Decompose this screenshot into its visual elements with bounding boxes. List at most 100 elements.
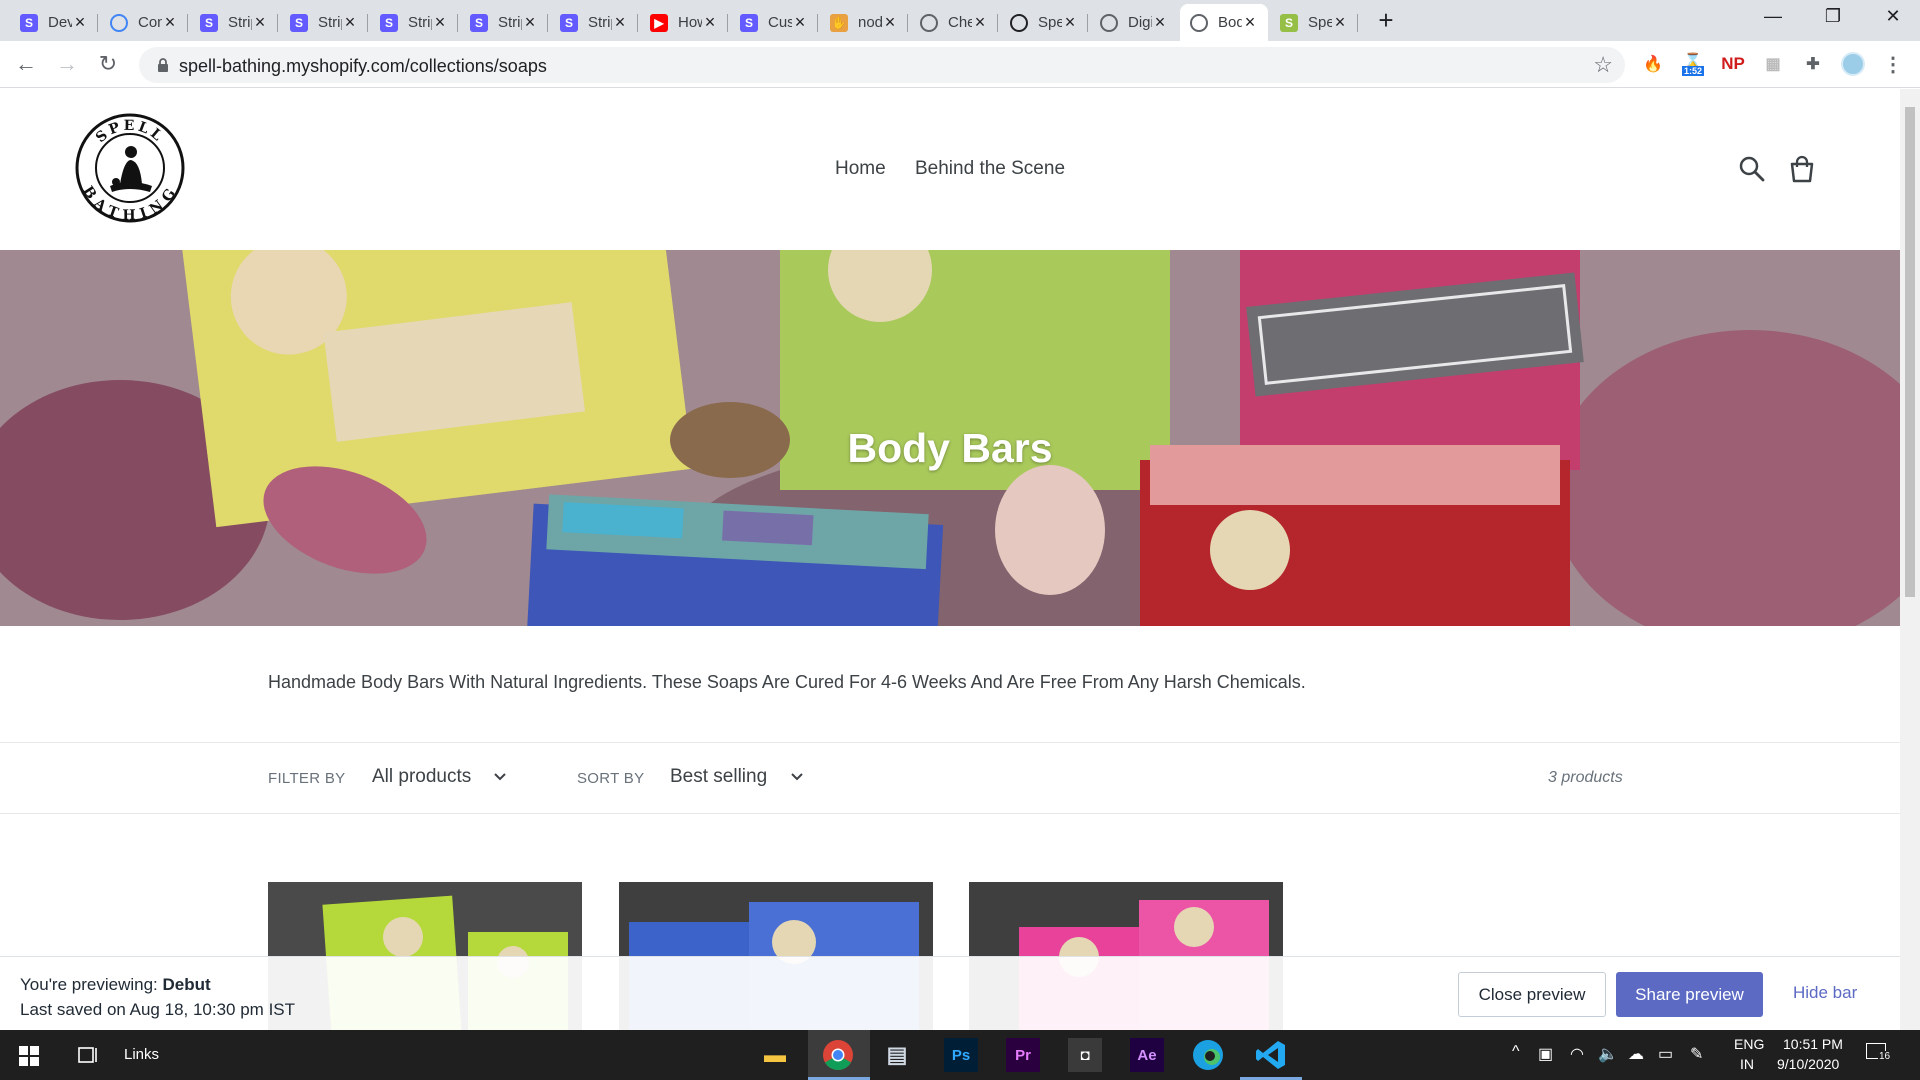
volume-icon[interactable]: 🔈 — [1598, 1044, 1618, 1064]
browser-tab[interactable]: Spel× — [1000, 4, 1088, 41]
close-tab-icon[interactable]: × — [1242, 12, 1258, 33]
stripe-icon: S — [740, 13, 758, 32]
browser-tab[interactable]: S Dev × — [10, 4, 98, 41]
close-tab-icon[interactable]: × — [162, 12, 178, 33]
browser-tab[interactable]: S Spel× — [1270, 4, 1358, 41]
browser-tab[interactable]: ▶ How× — [640, 4, 728, 41]
chevron-down-icon[interactable] — [790, 770, 804, 784]
browser-menu-icon[interactable]: ⋮ — [1880, 51, 1906, 77]
browser-tab[interactable]: Con × — [100, 4, 188, 41]
chrome-icon[interactable] — [822, 1039, 854, 1071]
preview-last-saved: Last saved on Aug 18, 10:30 pm IST — [20, 1000, 296, 1019]
notification-center-icon[interactable]: 16 — [1866, 1043, 1892, 1067]
language-line2[interactable]: IN — [1740, 1056, 1754, 1072]
language-line1[interactable]: ENG — [1734, 1036, 1764, 1052]
sort-select[interactable]: Best selling — [670, 766, 767, 788]
close-preview-button[interactable]: Close preview — [1458, 972, 1606, 1017]
close-tab-icon[interactable]: × — [522, 12, 538, 33]
close-tab-icon[interactable]: × — [252, 12, 268, 33]
bookmark-star-icon[interactable]: ☆ — [1593, 52, 1613, 78]
search-icon[interactable] — [1738, 155, 1766, 183]
close-tab-icon[interactable]: × — [432, 12, 448, 33]
forward-arrow-icon[interactable]: → — [51, 49, 83, 81]
file-explorer-icon[interactable]: ▬ — [758, 1038, 792, 1072]
close-tab-icon[interactable]: × — [342, 12, 358, 33]
app-icon[interactable]: ▤ — [880, 1038, 914, 1072]
nav-behind-the-scene[interactable]: Behind the Scene — [915, 158, 1065, 180]
close-tab-icon[interactable]: × — [792, 12, 808, 33]
notification-count: 16 — [1878, 1051, 1892, 1062]
browser-tab[interactable]: ✋ nod × — [820, 4, 908, 41]
app-icon[interactable]: ◘ — [1068, 1038, 1102, 1072]
tab-separator — [637, 14, 638, 32]
close-tab-icon[interactable]: × — [882, 12, 898, 33]
lock-icon — [158, 58, 168, 72]
maximize-icon[interactable]: ❐ — [1810, 6, 1856, 34]
tab-separator — [817, 14, 818, 32]
vscode-icon[interactable] — [1255, 1039, 1287, 1071]
spell-bathing-logo[interactable]: SPELL BATHING — [74, 112, 186, 224]
nav-home[interactable]: Home — [835, 158, 886, 180]
share-preview-button[interactable]: Share preview — [1616, 972, 1763, 1017]
show-hidden-icons[interactable]: ^ — [1512, 1043, 1520, 1061]
puzzle-icon[interactable]: ✚ — [1800, 51, 1826, 77]
timer-extension-icon[interactable]: ⌛ 1:52 — [1680, 51, 1706, 77]
browser-tab[interactable]: S Strip× — [460, 4, 548, 41]
filter-divider-bottom — [0, 813, 1900, 814]
tab-separator — [1087, 14, 1088, 32]
address-bar[interactable]: spell-bathing.myshopify.com/collections/… — [139, 47, 1625, 83]
stripe-icon: S — [20, 13, 38, 32]
shopify-icon: S — [1280, 13, 1298, 32]
browser-tab[interactable]: S Strip× — [190, 4, 278, 41]
browser-tab[interactable]: S Strip× — [370, 4, 458, 41]
new-tab-button[interactable]: + — [1372, 7, 1400, 35]
close-window-icon[interactable]: ✕ — [1870, 6, 1916, 34]
grid-extension-icon[interactable]: ▦ — [1760, 51, 1786, 77]
minimize-icon[interactable]: — — [1750, 6, 1796, 34]
tab-separator — [997, 14, 998, 32]
page-scrollbar[interactable] — [1900, 89, 1920, 1030]
cart-icon[interactable] — [1788, 155, 1816, 183]
scrollbar-thumb[interactable] — [1905, 107, 1915, 597]
task-view-icon[interactable] — [78, 1045, 100, 1065]
onedrive-icon[interactable]: ☁ — [1628, 1044, 1644, 1064]
timer-badge: 1:52 — [1681, 66, 1704, 76]
close-tab-icon[interactable]: × — [1332, 12, 1348, 33]
clock-date[interactable]: 9/10/2020 — [1777, 1056, 1839, 1072]
fire-icon[interactable]: 🔥 — [1640, 51, 1666, 77]
wifi-icon[interactable]: ◠ — [1570, 1044, 1584, 1064]
chevron-down-icon[interactable] — [493, 770, 507, 784]
reload-icon[interactable]: ↻ — [92, 49, 124, 81]
tray-app-icon[interactable]: ▣ — [1538, 1044, 1553, 1064]
close-tab-icon[interactable]: × — [72, 12, 88, 33]
filter-select[interactable]: All products — [372, 766, 471, 788]
windows-start-icon[interactable] — [19, 1046, 39, 1066]
close-tab-icon[interactable]: × — [1152, 12, 1168, 33]
hide-bar-link[interactable]: Hide bar — [1793, 983, 1857, 1003]
links-toolbar[interactable]: Links — [124, 1046, 159, 1063]
browser-tab[interactable]: S Strip× — [550, 4, 638, 41]
after-effects-icon[interactable]: Ae — [1130, 1038, 1164, 1072]
photoshop-icon[interactable]: Ps — [944, 1038, 978, 1072]
pen-icon[interactable]: ✎ — [1690, 1044, 1703, 1064]
edge-icon[interactable] — [1192, 1039, 1224, 1071]
browser-tab[interactable]: Che × — [910, 4, 998, 41]
browser-tab[interactable]: Digi × — [1090, 4, 1178, 41]
clock-time[interactable]: 10:51 PM — [1783, 1036, 1843, 1052]
close-tab-icon[interactable]: × — [1062, 12, 1078, 33]
np-extension-icon[interactable]: NP — [1720, 51, 1746, 77]
browser-tab[interactable]: S Cust× — [730, 4, 818, 41]
tab-separator — [547, 14, 548, 32]
close-tab-icon[interactable]: × — [612, 12, 628, 33]
tab-title: Strip — [318, 14, 342, 31]
back-arrow-icon[interactable]: ← — [10, 49, 42, 81]
browser-tab[interactable]: S Strip× — [280, 4, 368, 41]
close-tab-icon[interactable]: × — [702, 12, 718, 33]
close-tab-icon[interactable]: × — [972, 12, 988, 33]
tab-title: Strip — [498, 14, 522, 31]
browser-tab[interactable]: Bod × — [1180, 4, 1268, 41]
profile-avatar[interactable] — [1840, 51, 1866, 77]
premiere-icon[interactable]: Pr — [1006, 1038, 1040, 1072]
battery-icon[interactable]: ▭ — [1658, 1044, 1673, 1064]
globe-icon — [920, 13, 938, 32]
